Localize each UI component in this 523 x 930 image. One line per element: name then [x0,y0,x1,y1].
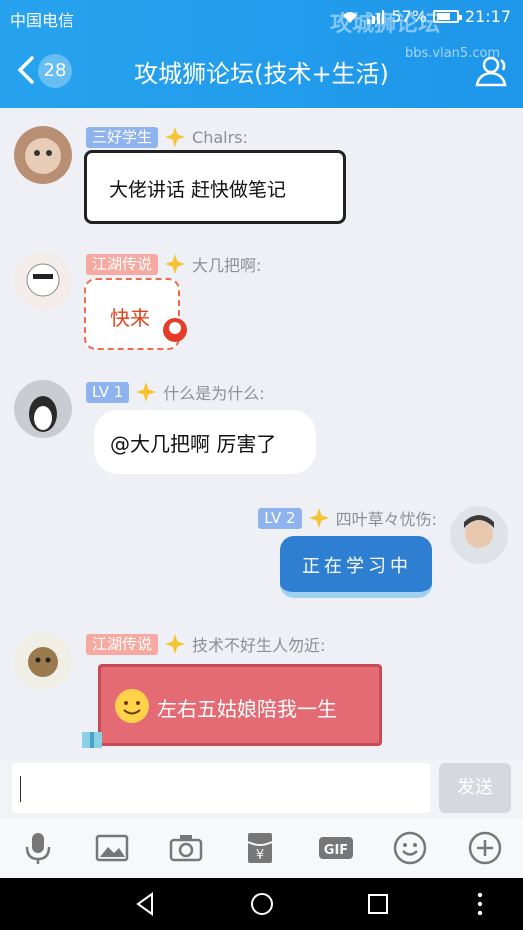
sender-name[interactable]: 大几把啊: [192,252,261,276]
message-text: 快来 [110,306,150,330]
message-meta: LV 1 什么是为什么: [86,380,265,404]
avatar[interactable] [14,126,72,184]
decoration-icon [163,318,187,342]
nav-menu-icon[interactable] [466,890,494,918]
svg-text:¥: ¥ [256,848,264,863]
message-item: 江湖传说 技术不好生人勿近: 左右五姑娘陪我一生 [0,628,523,760]
nav-home-icon[interactable] [248,890,276,918]
carrier-label: 中国电信 [10,11,75,30]
member-tag: LV 1 [86,381,130,403]
input-toolbar: ¥ GIF [0,818,523,878]
message-text: @大几把啊 厉害了 [110,432,277,456]
message-item: LV 2 四叶草々忧伤: 正在学习中 [0,498,523,628]
gift-icon [82,732,102,748]
image-icon[interactable] [94,830,130,866]
star-icon [136,382,157,402]
message-text: 正在学习中 [302,556,412,577]
message-text: 左右五姑娘陪我一生 [157,697,337,721]
sender-name[interactable]: 技术不好生人勿近: [192,632,325,656]
message-bubble[interactable]: 正在学习中 [280,536,432,598]
sender-name[interactable]: Chalrs: [192,128,248,147]
member-tag: 江湖传说 [86,253,159,275]
message-bubble[interactable]: @大几把啊 厉害了 [94,410,316,474]
red-packet-icon[interactable]: ¥ [242,830,278,866]
watermark-url: bbs.vlan5.com [405,46,501,61]
svg-text:GIF: GIF [324,843,348,858]
emoji-icon[interactable] [392,830,428,866]
message-bubble[interactable]: 快来 [84,278,187,350]
sender-name[interactable]: 四叶草々忧伤: [336,506,437,530]
message-meta: 江湖传说 大几把啊: [86,252,261,276]
message-meta: 三好学生 Chalrs: [86,126,248,148]
text-caret [20,776,21,802]
star-icon [165,127,186,147]
star-icon [165,254,186,274]
message-text: 大佬讲话 赶快做笔记 [109,179,287,201]
message-item: LV 1 什么是为什么: @大几把啊 厉害了 [0,368,523,498]
camera-icon[interactable] [168,830,204,866]
message-bubble[interactable]: 左右五姑娘陪我一生 [98,664,382,746]
avatar[interactable] [14,632,72,690]
message-meta: 江湖传说 技术不好生人勿近: [86,632,325,656]
member-tag: 江湖传说 [86,633,159,655]
message-item: 江湖传说 大几把啊: 快来 [0,238,523,368]
avatar[interactable] [450,506,508,564]
system-nav-bar [0,878,523,930]
smile-emoji-icon [115,689,149,723]
avatar[interactable] [14,380,72,438]
message-list[interactable]: 三好学生 Chalrs: 大佬讲话 赶快做笔记 江湖传说 大几把啊: 快来 LV… [0,108,523,760]
star-icon [165,634,186,654]
sender-name[interactable]: 什么是为什么: [163,380,264,404]
star-icon [308,508,329,528]
message-input[interactable] [12,763,430,813]
status-bar: 中国电信 57% 21:17 [0,0,523,34]
nav-recents-icon[interactable] [364,890,392,918]
message-item: 三好学生 Chalrs: 大佬讲话 赶快做笔记 [0,108,523,238]
avatar[interactable] [14,252,72,310]
member-tag: 三好学生 [86,126,159,148]
member-tag: LV 2 [258,507,302,529]
input-bar: 发送 [0,760,523,818]
nav-back-icon[interactable] [132,890,160,918]
send-button[interactable]: 发送 [439,763,511,813]
plus-icon[interactable] [467,830,503,866]
gif-icon[interactable]: GIF [318,830,354,866]
microphone-icon[interactable] [20,830,56,866]
message-meta: LV 2 四叶草々忧伤: [258,506,437,530]
clock: 21:17 [464,7,511,26]
message-bubble[interactable]: 大佬讲话 赶快做笔记 [84,150,346,224]
